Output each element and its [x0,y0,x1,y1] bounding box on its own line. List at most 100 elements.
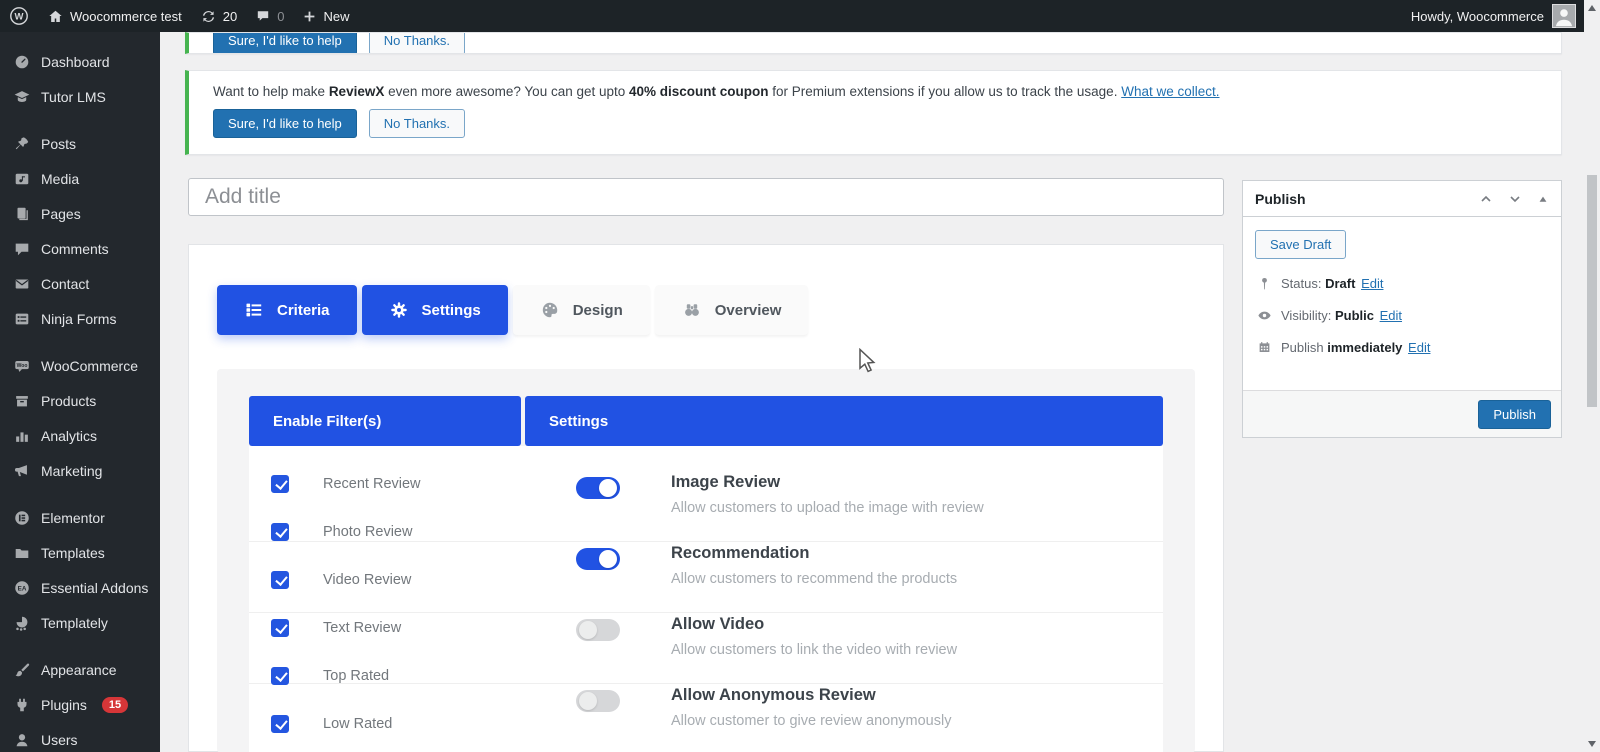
howdy-text: Howdy, Woocommerce [1410,8,1544,24]
setting-row-allow-anonymous-review: Allow Anonymous Review Allow customer to… [525,681,1163,752]
setting-row-allow-video: Allow Video Allow customers to link the … [525,610,1163,681]
update-icon [200,8,217,25]
sidebar-item-woocommerce[interactable]: Woo WooCommerce [0,348,160,383]
accept-tracking-button[interactable]: Sure, I'd like to help [213,109,357,138]
sidebar-item-users[interactable]: Users [0,722,160,752]
recommendation-toggle[interactable] [576,548,620,570]
sidebar-item-dashboard[interactable]: Dashboard [0,44,160,79]
notice-message: Want to help make ReviewX even more awes… [213,84,1220,99]
svg-text:EA: EA [18,585,27,592]
recent-review-checkbox[interactable] [271,475,289,493]
low-rated-checkbox[interactable] [271,715,289,733]
decline-tracking-button[interactable]: No Thanks. [368,33,466,53]
edit-status-link[interactable]: Edit [1361,276,1383,291]
column-header-settings: Settings [525,396,1163,446]
publish-button[interactable]: Publish [1478,399,1551,429]
wordpress-logo-icon: W [9,6,29,26]
essential-addons-icon: EA [15,580,29,595]
woocommerce-icon: Woo [15,360,29,372]
status-row: Status: Draft Edit [1257,276,1547,291]
sidebar-item-analytics[interactable]: Analytics [0,418,160,453]
reviewx-tabs: Criteria Settings Design Overview [217,285,809,335]
scrollbar-up-arrow[interactable] [1584,0,1600,16]
filter-row-photo-review: Photo Review [249,508,525,556]
tab-overview[interactable]: Overview [654,285,809,335]
new-label: New [323,8,350,24]
photo-review-checkbox[interactable] [271,523,289,541]
paintbrush-icon [15,663,30,676]
status-pin-icon [1262,277,1267,290]
comments-indicator[interactable]: 0 [246,0,293,32]
sidebar-item-pages[interactable]: Pages [0,196,160,231]
comment-count: 0 [277,8,285,24]
top-rated-checkbox[interactable] [271,667,289,685]
sidebar-item-elementor[interactable]: Elementor [0,500,160,535]
sidebar-separator [0,336,160,348]
sidebar-item-media[interactable]: Media [0,161,160,196]
home-icon [47,8,64,25]
calendar-icon [1259,342,1270,352]
sidebar-item-plugins[interactable]: Plugins 15 [0,687,160,722]
setting-row-image-review: Image Review Allow customers to upload t… [525,468,1163,539]
sidebar-item-templately[interactable]: Templately [0,605,160,640]
scrollbar-down-arrow[interactable] [1584,736,1600,752]
scrollbar-thumb[interactable] [1587,175,1597,407]
site-link[interactable]: Woocommerce test [38,0,191,32]
plus-icon [302,9,317,24]
filter-table-body: Recent Review Photo Review Video Review [249,446,1163,752]
setting-row-recommendation: Recommendation Allow customers to recomm… [525,539,1163,610]
wordpress-menu[interactable]: W [0,0,38,32]
plug-icon [17,698,27,711]
sidebar-item-essential-addons[interactable]: EA Essential Addons [0,570,160,605]
edit-schedule-link[interactable]: Edit [1408,340,1430,355]
sidebar-separator [0,114,160,126]
site-name: Woocommerce test [70,8,182,24]
svg-text:W: W [15,12,24,23]
schedule-value: immediately [1327,340,1403,355]
tab-settings[interactable]: Settings [361,285,508,335]
sidebar-item-comments[interactable]: Comments [0,231,160,266]
sidebar-separator [0,488,160,500]
comment-icon [255,8,271,24]
sidebar-item-posts[interactable]: Posts [0,126,160,161]
sidebar-item-appearance[interactable]: Appearance [0,652,160,687]
decline-tracking-button[interactable]: No Thanks. [368,109,466,138]
column-header-enable-filters: Enable Filter(s) [249,396,521,446]
updates-indicator[interactable]: 20 [191,0,246,32]
edit-visibility-link[interactable]: Edit [1380,308,1402,323]
comment-bubble-icon [15,243,29,255]
move-down-icon[interactable] [1508,192,1522,206]
image-review-toggle[interactable] [576,477,620,499]
notice-clipped: Sure, I'd like to help No Thanks. [185,32,1562,54]
sidebar-item-products[interactable]: Products [0,383,160,418]
post-title-input[interactable] [188,178,1224,216]
save-draft-button[interactable]: Save Draft [1255,230,1347,259]
new-content-menu[interactable]: New [293,0,358,32]
text-review-checkbox[interactable] [271,619,289,637]
publish-panel-title: Publish [1255,190,1306,207]
sidebar-item-templates[interactable]: Templates [0,535,160,570]
what-we-collect-link[interactable]: What we collect. [1121,84,1219,99]
filter-row-recent-review: Recent Review [249,460,525,508]
sidebar-item-ninja-forms[interactable]: Ninja Forms [0,301,160,336]
filter-table: Enable Filter(s) Settings Recent Review [249,396,1163,752]
collapse-panel-icon[interactable] [1537,193,1549,205]
sidebar-item-tutor-lms[interactable]: Tutor LMS [0,79,160,114]
visibility-value: Public [1334,308,1374,323]
sidebar-separator [0,640,160,652]
list-icon [246,303,262,317]
sidebar-item-marketing[interactable]: Marketing [0,453,160,488]
accept-tracking-button[interactable]: Sure, I'd like to help [213,33,357,53]
allow-anonymous-review-toggle[interactable] [576,690,620,712]
bar-chart-icon [16,431,28,442]
tab-design[interactable]: Design [512,285,650,335]
video-review-checkbox[interactable] [271,571,289,589]
admin-sidebar: Dashboard Tutor LMS Posts Media Pages Co… [0,32,160,752]
tab-criteria[interactable]: Criteria [217,285,357,335]
archive-box-icon [16,395,28,406]
settings-column: Image Review Allow customers to upload t… [525,446,1163,752]
allow-video-toggle[interactable] [576,619,620,641]
account-menu[interactable]: Howdy, Woocommerce [1411,4,1584,28]
move-up-icon[interactable] [1479,192,1493,206]
sidebar-item-contact[interactable]: Contact [0,266,160,301]
